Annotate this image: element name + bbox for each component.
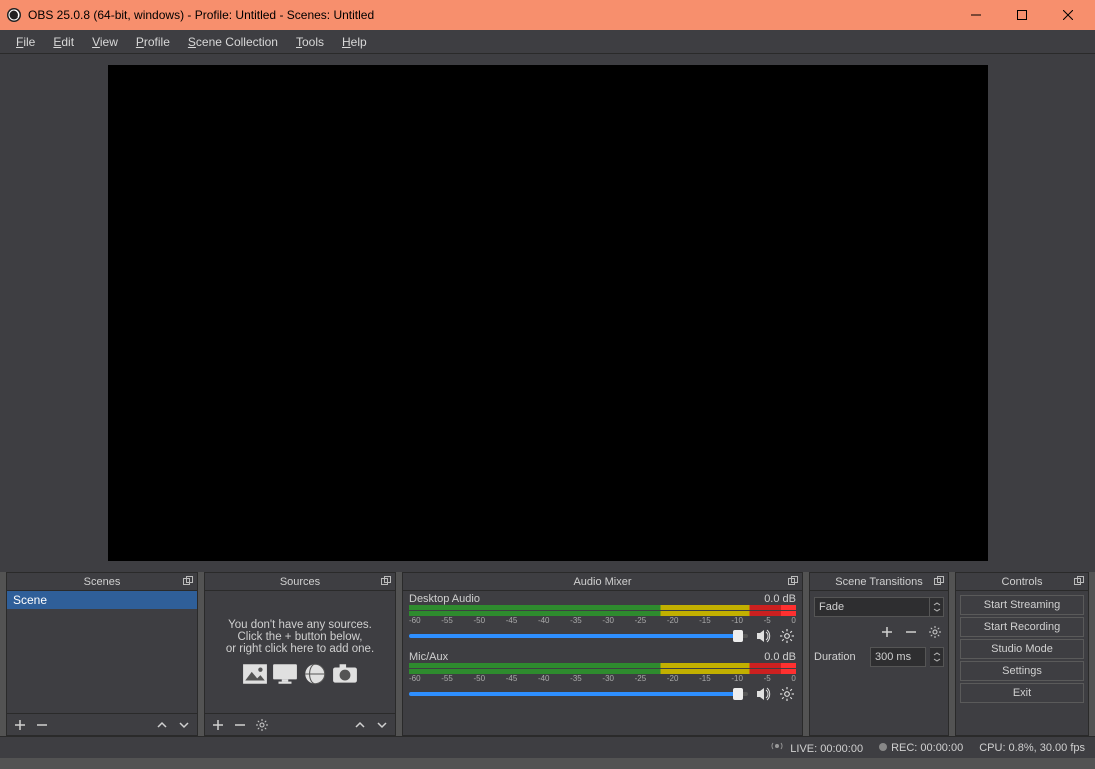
- transitions-title: Scene Transitions: [835, 576, 922, 588]
- transition-dropdown-icon[interactable]: [930, 597, 944, 617]
- record-dot-icon: [879, 743, 887, 751]
- mixer-meter-bot: [409, 611, 796, 616]
- mixer-popout-icon[interactable]: [786, 574, 800, 588]
- volume-slider-mic[interactable]: [409, 692, 748, 696]
- mixer-ch-db: 0.0 dB: [764, 651, 796, 663]
- mixer-ch-name: Desktop Audio: [409, 593, 480, 605]
- scenes-title: Scenes: [84, 576, 121, 588]
- scenes-popout-icon[interactable]: [181, 574, 195, 588]
- window-title: OBS 25.0.8 (64-bit, windows) - Profile: …: [28, 8, 953, 22]
- add-scene-button[interactable]: [9, 715, 31, 735]
- source-move-up-button[interactable]: [349, 715, 371, 735]
- obs-logo-icon: [6, 7, 22, 23]
- duration-stepper[interactable]: [930, 647, 944, 667]
- scenes-panel: Scenes Scene: [6, 572, 198, 736]
- add-transition-button[interactable]: [878, 623, 896, 641]
- volume-slider-desktop[interactable]: [409, 634, 748, 638]
- duration-label: Duration: [814, 651, 866, 663]
- scene-move-up-button[interactable]: [151, 715, 173, 735]
- menu-tools[interactable]: Tools: [288, 33, 332, 51]
- mixer-meter-top: [409, 605, 796, 610]
- image-source-icon: [242, 663, 268, 685]
- menu-view[interactable]: View: [84, 33, 126, 51]
- mixer-ch-name: Mic/Aux: [409, 651, 448, 663]
- camera-source-icon: [332, 663, 358, 685]
- source-move-down-button[interactable]: [371, 715, 393, 735]
- transition-selected: Fade: [814, 597, 930, 617]
- mixer-channel-desktop: Desktop Audio 0.0 dB -60-55-50-45-40-35-…: [409, 593, 796, 645]
- menu-help[interactable]: Help: [334, 33, 375, 51]
- preview-canvas[interactable]: [108, 65, 988, 561]
- scene-move-down-button[interactable]: [173, 715, 195, 735]
- globe-source-icon: [302, 663, 328, 685]
- mixer-ch-db: 0.0 dB: [764, 593, 796, 605]
- sources-popout-icon[interactable]: [379, 574, 393, 588]
- mixer-meter-bot: [409, 669, 796, 674]
- transition-properties-button[interactable]: [926, 623, 944, 641]
- close-button[interactable]: [1045, 0, 1091, 30]
- transitions-panel: Scene Transitions Fade Duration 300 ms: [809, 572, 949, 736]
- display-source-icon: [272, 663, 298, 685]
- controls-title: Controls: [1002, 576, 1043, 588]
- sources-title: Sources: [280, 576, 320, 588]
- transition-select[interactable]: Fade: [814, 597, 944, 617]
- menu-bar: File Edit View Profile Scene Collection …: [0, 30, 1095, 54]
- duration-input[interactable]: 300 ms: [870, 647, 926, 667]
- mixer-settings-desktop[interactable]: [778, 627, 796, 645]
- sources-empty-body[interactable]: You don't have any sources. Click the + …: [205, 591, 395, 713]
- minimize-button[interactable]: [953, 0, 999, 30]
- menu-profile[interactable]: Profile: [128, 33, 178, 51]
- status-rec: REC: 00:00:00: [879, 742, 963, 754]
- mixer-title: Audio Mixer: [573, 576, 631, 588]
- source-properties-button[interactable]: [251, 715, 273, 735]
- remove-scene-button[interactable]: [31, 715, 53, 735]
- add-source-button[interactable]: [207, 715, 229, 735]
- preview-area: [0, 54, 1095, 572]
- scene-item[interactable]: Scene: [7, 591, 197, 609]
- sources-empty-text-3: or right click here to add one.: [226, 643, 374, 655]
- mixer-channel-mic: Mic/Aux 0.0 dB -60-55-50-45-40-35-30-25-…: [409, 651, 796, 703]
- broadcast-icon: [771, 740, 783, 752]
- remove-transition-button[interactable]: [902, 623, 920, 641]
- remove-source-button[interactable]: [229, 715, 251, 735]
- controls-panel: Controls Start Streaming Start Recording…: [955, 572, 1089, 736]
- settings-button[interactable]: Settings: [960, 661, 1084, 681]
- menu-scene-collection[interactable]: Scene Collection: [180, 33, 286, 51]
- meter-scale: -60-55-50-45-40-35-30-25-20-15-10-50: [409, 674, 796, 683]
- status-bar: LIVE: 00:00:00 REC: 00:00:00 CPU: 0.8%, …: [0, 736, 1095, 758]
- audio-mixer-panel: Audio Mixer Desktop Audio 0.0 dB -60-55-…: [402, 572, 803, 736]
- studio-mode-button[interactable]: Studio Mode: [960, 639, 1084, 659]
- status-cpu: CPU: 0.8%, 30.00 fps: [979, 742, 1085, 754]
- start-recording-button[interactable]: Start Recording: [960, 617, 1084, 637]
- sources-empty-text-2: Click the + button below,: [238, 631, 363, 643]
- scene-name: Scene: [13, 593, 47, 607]
- title-bar: OBS 25.0.8 (64-bit, windows) - Profile: …: [0, 0, 1095, 30]
- controls-popout-icon[interactable]: [1072, 574, 1086, 588]
- mute-button-mic[interactable]: [754, 685, 772, 703]
- sources-empty-text-1: You don't have any sources.: [228, 619, 372, 631]
- meter-scale: -60-55-50-45-40-35-30-25-20-15-10-50: [409, 616, 796, 625]
- transitions-popout-icon[interactable]: [932, 574, 946, 588]
- mixer-settings-mic[interactable]: [778, 685, 796, 703]
- status-live: LIVE: 00:00:00: [771, 740, 863, 755]
- mute-button-desktop[interactable]: [754, 627, 772, 645]
- menu-edit[interactable]: Edit: [45, 33, 82, 51]
- start-streaming-button[interactable]: Start Streaming: [960, 595, 1084, 615]
- docks-row: Scenes Scene Sources You don't have: [0, 572, 1095, 736]
- slider-thumb-icon[interactable]: [733, 630, 743, 642]
- slider-thumb-icon[interactable]: [733, 688, 743, 700]
- mixer-meter-top: [409, 663, 796, 668]
- maximize-button[interactable]: [999, 0, 1045, 30]
- menu-file[interactable]: File: [8, 33, 43, 51]
- exit-button[interactable]: Exit: [960, 683, 1084, 703]
- sources-panel: Sources You don't have any sources. Clic…: [204, 572, 396, 736]
